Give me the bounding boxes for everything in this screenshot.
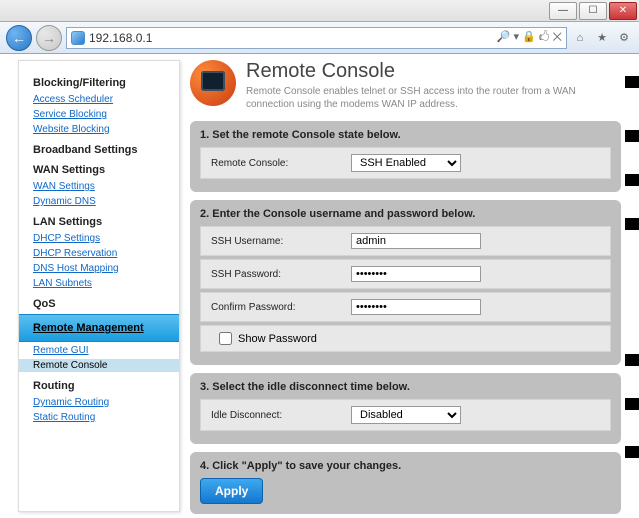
window-titlebar: — ☐ ✕ bbox=[0, 0, 639, 22]
close-button[interactable]: ✕ bbox=[609, 2, 637, 20]
ssh-username-input[interactable] bbox=[351, 233, 481, 249]
console-icon bbox=[190, 60, 236, 106]
sidebar-link[interactable]: DNS Host Mapping bbox=[33, 262, 179, 275]
section-heading: WAN Settings bbox=[33, 164, 179, 176]
ssh-username-label: SSH Username: bbox=[211, 236, 351, 247]
sidebar-link[interactable]: Static Routing bbox=[33, 411, 179, 424]
edge-artifact bbox=[625, 398, 639, 410]
section-heading: Blocking/Filtering bbox=[33, 77, 179, 89]
sidebar-active-heading[interactable]: Remote Management bbox=[33, 321, 179, 335]
page-title: Remote Console bbox=[246, 60, 621, 83]
home-icon[interactable]: ⌂ bbox=[571, 29, 589, 47]
section-heading: LAN Settings bbox=[33, 216, 179, 228]
edge-artifact bbox=[625, 446, 639, 458]
edge-artifact bbox=[625, 218, 639, 230]
edge-artifact bbox=[625, 130, 639, 142]
row-idle-disconnect: Idle Disconnect: Disabled bbox=[200, 399, 611, 431]
panel-step2: 2. Enter the Console username and passwo… bbox=[190, 200, 621, 365]
sidebar-link[interactable]: Dynamic DNS bbox=[33, 195, 179, 208]
sidebar-link-current[interactable]: Remote Console bbox=[19, 359, 179, 372]
address-bar[interactable]: 192.168.0.1 🔎 ▾ 🔒 🖒 ✕ bbox=[66, 27, 567, 49]
row-ssh-username: SSH Username: bbox=[200, 226, 611, 256]
remote-console-label: Remote Console: bbox=[211, 158, 351, 169]
show-password-checkbox[interactable] bbox=[219, 332, 232, 345]
maximize-button[interactable]: ☐ bbox=[579, 2, 607, 20]
forward-button[interactable]: → bbox=[36, 25, 62, 51]
browser-toolbar: ← → 192.168.0.1 🔎 ▾ 🔒 🖒 ✕ ⌂ ★ ⚙ bbox=[0, 22, 639, 54]
ssh-password-label: SSH Password: bbox=[211, 269, 351, 280]
edge-artifact bbox=[625, 76, 639, 88]
section-heading: QoS bbox=[33, 298, 179, 310]
page-header: Remote Console Remote Console enables te… bbox=[190, 60, 621, 111]
sidebar-link[interactable]: Service Blocking bbox=[33, 108, 179, 121]
remote-console-select[interactable]: SSH Enabled bbox=[351, 154, 461, 172]
confirm-password-label: Confirm Password: bbox=[211, 302, 351, 313]
minimize-button[interactable]: — bbox=[549, 2, 577, 20]
sidebar-link[interactable]: DHCP Settings bbox=[33, 232, 179, 245]
url-controls: 🔎 ▾ 🔒 🖒 ✕ bbox=[497, 28, 562, 47]
idle-disconnect-label: Idle Disconnect: bbox=[211, 410, 351, 421]
section-heading: Routing bbox=[33, 380, 179, 392]
ssh-password-input[interactable] bbox=[351, 266, 481, 282]
sidebar-link[interactable]: LAN Subnets bbox=[33, 277, 179, 290]
back-button[interactable]: ← bbox=[6, 25, 32, 51]
row-ssh-password: SSH Password: bbox=[200, 259, 611, 289]
sidebar-link[interactable]: Website Blocking bbox=[33, 123, 179, 136]
panel-step1: 1. Set the remote Console state below. R… bbox=[190, 121, 621, 192]
step1-title: 1. Set the remote Console state below. bbox=[200, 129, 611, 141]
page-body: Blocking/Filtering Access Scheduler Serv… bbox=[0, 54, 639, 518]
confirm-password-input[interactable] bbox=[351, 299, 481, 315]
favorites-icon[interactable]: ★ bbox=[593, 29, 611, 47]
panel-step4: 4. Click "Apply" to save your changes. A… bbox=[190, 452, 621, 514]
gear-icon[interactable]: ⚙ bbox=[615, 29, 633, 47]
sidebar-link[interactable]: Dynamic Routing bbox=[33, 396, 179, 409]
main-content: Remote Console Remote Console enables te… bbox=[180, 54, 639, 518]
browser-tools: ⌂ ★ ⚙ bbox=[571, 29, 633, 47]
row-confirm-password: Confirm Password: bbox=[200, 292, 611, 322]
sidebar: Blocking/Filtering Access Scheduler Serv… bbox=[18, 60, 180, 512]
section-heading: Broadband Settings bbox=[33, 144, 179, 156]
row-remote-console: Remote Console: SSH Enabled bbox=[200, 147, 611, 179]
idle-disconnect-select[interactable]: Disabled bbox=[351, 406, 461, 424]
show-password-label: Show Password bbox=[238, 333, 317, 345]
step4-title: 4. Click "Apply" to save your changes. bbox=[200, 460, 611, 472]
sidebar-active-section: Remote Management bbox=[19, 314, 179, 342]
url-text: 192.168.0.1 bbox=[89, 31, 493, 45]
panel-step3: 3. Select the idle disconnect time below… bbox=[190, 373, 621, 444]
sidebar-link[interactable]: Access Scheduler bbox=[33, 93, 179, 106]
edge-artifact bbox=[625, 354, 639, 366]
sidebar-link[interactable]: Remote GUI bbox=[33, 344, 179, 357]
step2-title: 2. Enter the Console username and passwo… bbox=[200, 208, 611, 220]
sidebar-link[interactable]: WAN Settings bbox=[33, 180, 179, 193]
page-subtitle: Remote Console enables telnet or SSH acc… bbox=[246, 85, 621, 111]
apply-button[interactable]: Apply bbox=[200, 478, 263, 504]
row-show-password: Show Password bbox=[200, 325, 611, 352]
sidebar-link[interactable]: DHCP Reservation bbox=[33, 247, 179, 260]
step3-title: 3. Select the idle disconnect time below… bbox=[200, 381, 611, 393]
edge-artifact bbox=[625, 174, 639, 186]
ie-icon bbox=[71, 31, 85, 45]
